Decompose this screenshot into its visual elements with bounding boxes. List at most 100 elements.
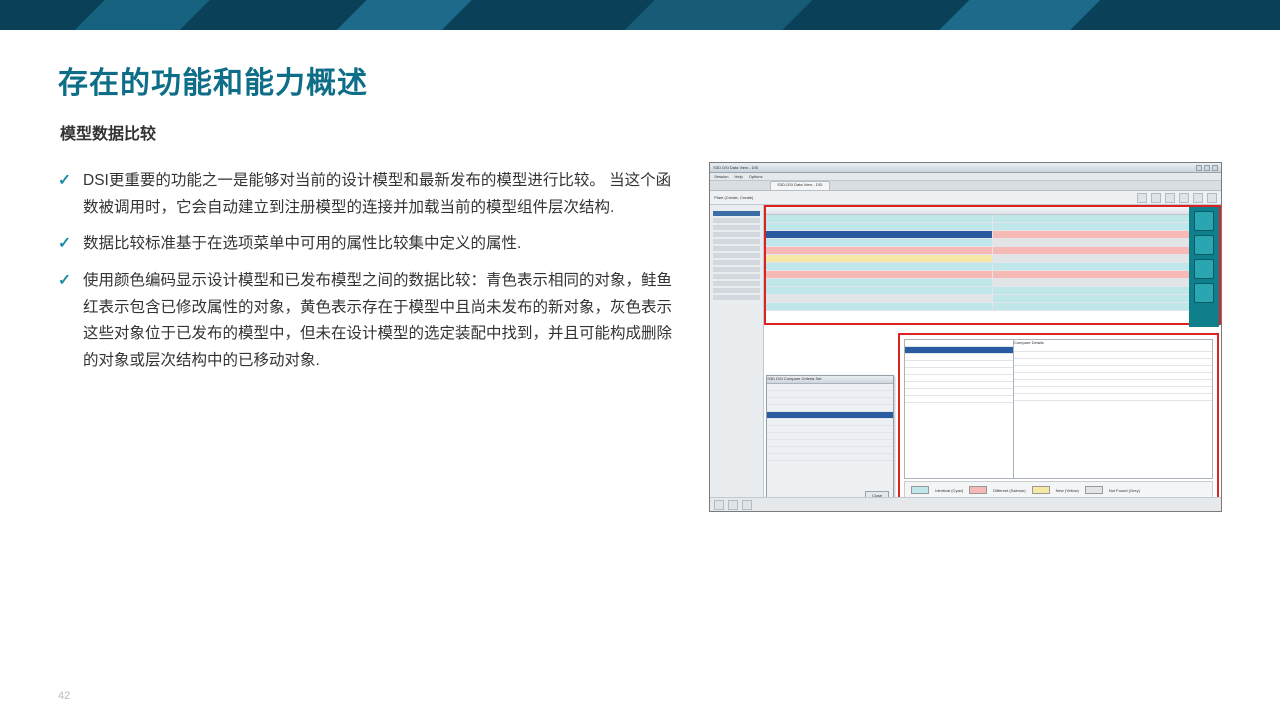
list-row[interactable] (767, 433, 893, 440)
status-icon[interactable] (728, 500, 738, 510)
compare-grid[interactable] (766, 215, 1219, 323)
compare-cell-left[interactable] (766, 279, 992, 286)
close-icon[interactable] (1212, 165, 1218, 171)
compare-cell-left[interactable] (766, 295, 992, 302)
compare-cell-right[interactable] (993, 303, 1219, 310)
status-icon[interactable] (714, 500, 724, 510)
tree-node[interactable] (713, 253, 760, 258)
compare-cell-right[interactable] (993, 239, 1219, 246)
compare-cell-right[interactable] (993, 255, 1219, 262)
list-row[interactable] (767, 384, 893, 391)
tree-node[interactable] (713, 267, 760, 272)
view-tools[interactable] (1189, 207, 1219, 327)
tree-node[interactable] (713, 246, 760, 251)
compare-row[interactable] (766, 287, 1219, 295)
list-row[interactable] (767, 419, 893, 426)
criteria-panel[interactable]: S3D DSI Compare Criteria Set Close (766, 375, 894, 505)
toolbar-button[interactable] (1165, 193, 1175, 203)
compare-cell-right[interactable] (993, 287, 1219, 294)
list-row[interactable] (1014, 366, 1212, 373)
tree-node[interactable] (713, 281, 760, 286)
compare-cell-left[interactable] (766, 271, 992, 278)
tree-node[interactable] (713, 288, 760, 293)
compare-row[interactable] (766, 303, 1219, 311)
compare-cell-right[interactable] (993, 231, 1219, 238)
lower-panels: Compare Details (898, 333, 1219, 505)
list-row[interactable] (1014, 345, 1212, 352)
app-toolbar[interactable]: Plant (Create, Create) (710, 191, 1221, 205)
compare-row[interactable] (766, 223, 1219, 231)
compare-cell-left[interactable] (766, 223, 992, 230)
compare-row[interactable] (766, 255, 1219, 263)
list-row[interactable] (767, 391, 893, 398)
nav-tree[interactable] (710, 205, 764, 497)
menu-item[interactable]: Session (714, 174, 728, 179)
compare-row[interactable] (766, 247, 1219, 255)
toolbar-button[interactable] (1151, 193, 1161, 203)
properties-panel[interactable]: Compare Details (1013, 339, 1213, 479)
view-tool-icon[interactable] (1194, 259, 1214, 279)
compare-cell-left[interactable] (766, 239, 992, 246)
view-tool-icon[interactable] (1194, 283, 1214, 303)
list-row[interactable] (767, 426, 893, 433)
tree-node[interactable] (713, 274, 760, 279)
tree-node[interactable] (713, 260, 760, 265)
compare-cell-left[interactable] (766, 263, 992, 270)
legend-swatch-different (969, 486, 987, 494)
list-row[interactable] (767, 405, 893, 412)
tree-node[interactable] (713, 232, 760, 237)
list-row[interactable] (1014, 387, 1212, 394)
minimize-icon[interactable] (1196, 165, 1202, 171)
toolbar-button[interactable] (1207, 193, 1217, 203)
compare-cell-right[interactable] (993, 279, 1219, 286)
list-row[interactable] (1014, 380, 1212, 387)
list-row[interactable] (767, 447, 893, 454)
compare-cell-left[interactable] (766, 231, 992, 238)
compare-cell-right[interactable] (993, 295, 1219, 302)
list-row[interactable] (767, 454, 893, 461)
list-row[interactable] (767, 412, 893, 419)
list-row[interactable] (1014, 373, 1212, 380)
compare-cell-left[interactable] (766, 255, 992, 262)
compare-row[interactable] (766, 263, 1219, 271)
compare-cell-right[interactable] (993, 247, 1219, 254)
compare-cell-left[interactable] (766, 303, 992, 310)
view-tool-icon[interactable] (1194, 235, 1214, 255)
window-controls[interactable] (1196, 165, 1218, 171)
view-tool-icon[interactable] (1194, 211, 1214, 231)
tree-node[interactable] (713, 295, 760, 300)
compare-cell-right[interactable] (993, 215, 1219, 222)
toolbar-button[interactable] (1137, 193, 1147, 203)
compare-row[interactable] (766, 279, 1219, 287)
tree-node[interactable] (713, 239, 760, 244)
list-row[interactable] (1014, 394, 1212, 401)
list-row[interactable] (767, 398, 893, 405)
list-row[interactable] (1014, 352, 1212, 359)
maximize-icon[interactable] (1204, 165, 1210, 171)
compare-cell-left[interactable] (766, 215, 992, 222)
list-row[interactable] (1014, 359, 1212, 366)
menu-item[interactable]: Options (749, 174, 763, 179)
app-menubar[interactable]: Session Help Options (710, 173, 1221, 181)
compare-cell-left[interactable] (766, 287, 992, 294)
bullet-item: ✓ 使用颜色编码显示设计模型和已发布模型之间的数据比较：青色表示相同的对象，鲑鱼… (58, 268, 679, 375)
compare-row[interactable] (766, 295, 1219, 303)
compare-cell-right[interactable] (993, 263, 1219, 270)
compare-row[interactable] (766, 271, 1219, 279)
compare-cell-left[interactable] (766, 247, 992, 254)
status-icon[interactable] (742, 500, 752, 510)
compare-cell-right[interactable] (993, 271, 1219, 278)
tree-node[interactable] (713, 225, 760, 230)
compare-row[interactable] (766, 215, 1219, 223)
toolbar-button[interactable] (1193, 193, 1203, 203)
tab-strip[interactable]: S3D-DSI Data View - DSI (710, 181, 1221, 191)
tree-node[interactable] (713, 211, 760, 216)
compare-row[interactable] (766, 239, 1219, 247)
compare-row[interactable] (766, 231, 1219, 239)
compare-cell-right[interactable] (993, 223, 1219, 230)
tree-node[interactable] (713, 218, 760, 223)
list-row[interactable] (767, 440, 893, 447)
toolbar-button[interactable] (1179, 193, 1189, 203)
menu-item[interactable]: Help (734, 174, 742, 179)
tab[interactable]: S3D-DSI Data View - DSI (770, 181, 829, 190)
